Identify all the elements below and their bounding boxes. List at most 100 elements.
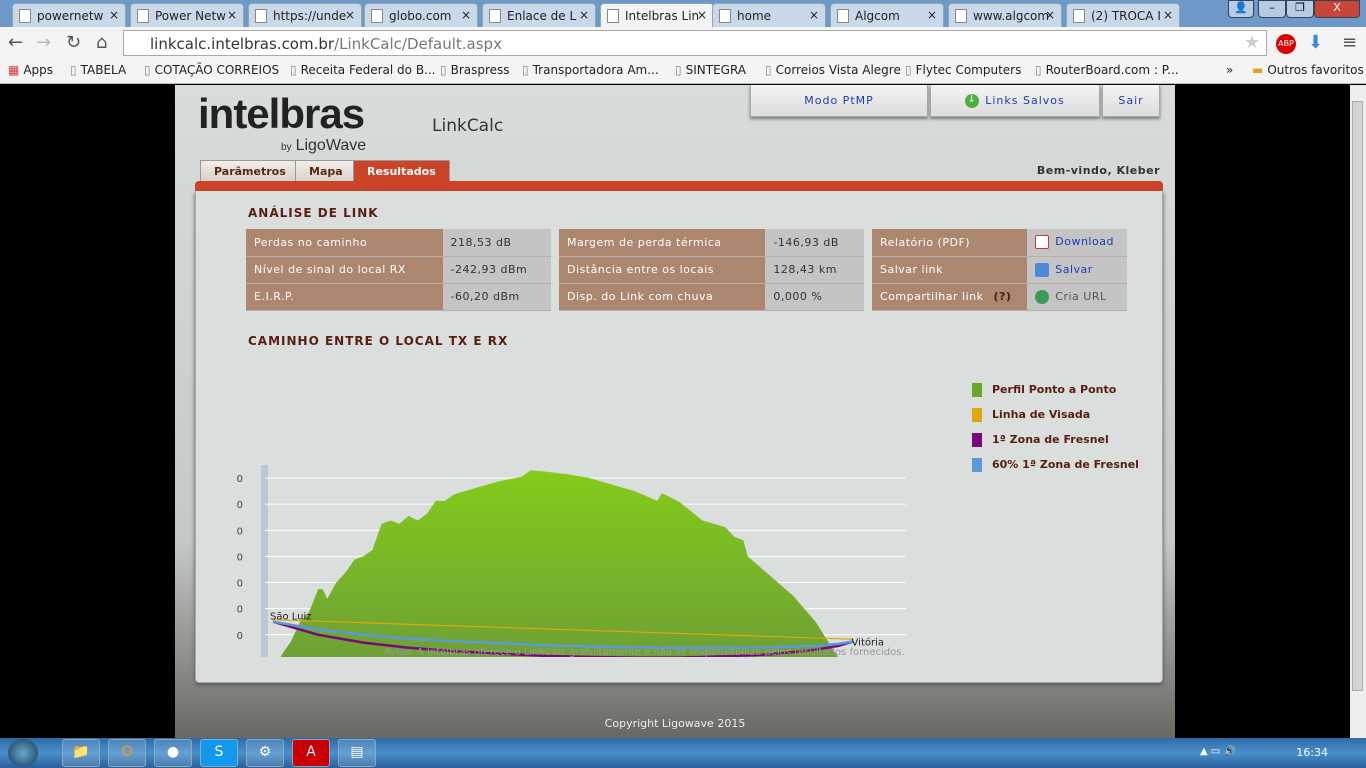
browser-toolbar: ← → ↻ ⌂ linkcalc.intelbras.com.br/LinkCa… — [0, 27, 1366, 59]
close-tab-icon[interactable]: × — [1163, 8, 1173, 22]
metric-value: -60,20 dBm — [442, 283, 551, 311]
menu-icon[interactable]: ≡ — [1342, 32, 1357, 53]
browser-tab[interactable]: globo.com × — [364, 3, 478, 27]
restore-icon[interactable]: ❐ — [1286, 0, 1314, 18]
page-icon — [719, 9, 731, 23]
tab-title: https://unde — [273, 9, 347, 23]
reload-icon[interactable]: ↻ — [66, 32, 81, 53]
skype-taskbar-icon[interactable]: S — [200, 739, 238, 767]
create-url-link[interactable]: Cria URL — [1055, 290, 1106, 303]
close-tab-icon[interactable]: × — [579, 8, 589, 22]
bookmark[interactable]: ▦ Apps — [8, 63, 53, 77]
more-bookmarks-icon[interactable]: » — [1226, 63, 1233, 77]
download-link[interactable]: Download — [1055, 235, 1114, 248]
tab-resultados[interactable]: Resultados — [353, 160, 450, 182]
browser-tab[interactable]: Intelbras Lin × — [600, 3, 714, 27]
page-icon — [137, 9, 149, 23]
minimize-icon[interactable]: – — [1258, 0, 1286, 18]
legend-item[interactable]: 1ª Zona de Fresnel — [972, 433, 1109, 447]
browser-tab[interactable]: Algcom × — [830, 3, 944, 27]
ptmp-mode-button[interactable]: Modo PtMP — [750, 85, 928, 117]
page-icon — [955, 9, 967, 23]
browser-tab[interactable]: Power Netw × — [130, 3, 244, 27]
bookmark[interactable]: ▯ Braspress — [440, 63, 510, 77]
bookmark[interactable]: ▯ Correios Vista Alegre — [765, 63, 901, 77]
help-link[interactable]: (?) — [993, 290, 1011, 303]
metric-value[interactable]: Salvar — [1027, 256, 1127, 284]
globe-icon — [1035, 289, 1050, 304]
browser-tab[interactable]: powernetw × — [12, 3, 126, 27]
bookmark[interactable]: ▯ SINTEGRA — [675, 63, 746, 77]
link-margin-table: Margem de perda térmica -146,93 dB Distânc… — [559, 229, 864, 311]
apps-grid-icon: ▦ — [8, 63, 20, 77]
acrobat-taskbar-icon[interactable]: A — [292, 739, 330, 767]
tab-title: Enlace de L — [507, 9, 577, 23]
metric-value: 218,53 dB — [442, 229, 551, 257]
legend-item[interactable]: Perfil Ponto a Ponto — [972, 383, 1116, 397]
adblock-icon[interactable]: ABP — [1276, 34, 1296, 54]
clock[interactable]: 16:34 — [1296, 746, 1328, 759]
metric-label: Nível de sinal do local RX — [246, 256, 443, 284]
close-tab-icon[interactable]: × — [697, 8, 707, 22]
page-icon — [255, 9, 267, 23]
bookmark[interactable]: ▯ Flytec Computers — [905, 63, 1021, 77]
saved-links-button[interactable]: ↓ Links Salvos — [930, 85, 1100, 117]
url-host: linkcalc.intelbras.com.br — [150, 35, 335, 53]
bookmark-page-icon: ▯ — [440, 63, 447, 77]
table-row: Margem de perda térmica -146,93 dB — [559, 229, 864, 257]
user-icon[interactable]: 👤 — [1228, 0, 1254, 18]
close-tab-icon[interactable]: × — [345, 8, 355, 22]
close-tab-icon[interactable]: × — [461, 8, 471, 22]
browser-tab[interactable]: Enlace de L × — [482, 3, 596, 27]
page-scrollbar[interactable] — [1350, 85, 1366, 738]
tab-mapa[interactable]: Mapa — [295, 160, 357, 182]
y-tick-label: 280 — [236, 500, 243, 511]
metric-value[interactable]: Cria URL — [1027, 283, 1127, 311]
browser-tab[interactable]: https://unde × — [248, 3, 362, 27]
tab-title: (2) TROCA I — [1091, 9, 1161, 23]
close-tab-icon[interactable]: × — [227, 8, 237, 22]
metric-value[interactable]: Download — [1027, 229, 1127, 257]
bookmark-page-icon: ▯ — [905, 63, 912, 77]
star-icon[interactable]: ★ — [1244, 32, 1260, 53]
close-tab-icon[interactable]: × — [1045, 8, 1055, 22]
tab-title: Intelbras Lin — [625, 9, 700, 23]
logout-button[interactable]: Sair — [1102, 85, 1160, 117]
legend-item[interactable]: Linha de Visada — [972, 408, 1090, 422]
notepad-taskbar-icon[interactable]: ▤ — [338, 739, 376, 767]
browser-tab[interactable]: www.algcom × — [948, 3, 1062, 27]
other-bookmarks[interactable]: ▬ Outros favoritos — [1252, 63, 1364, 77]
bookmark[interactable]: ▯ RouterBoard.com : P... — [1035, 63, 1179, 77]
metric-value: -146,93 dB — [765, 229, 864, 257]
bookmark[interactable]: ▯ COTAÇÃO CORREIOS — [144, 63, 279, 77]
legend-item[interactable]: 60% 1ª Zona de Fresnel — [972, 458, 1139, 472]
address-bar[interactable]: linkcalc.intelbras.com.br/LinkCalc/Defau… — [123, 30, 1267, 56]
tray-icons[interactable]: ▲ ▭ 🔊 — [1200, 746, 1236, 757]
bookmark[interactable]: ▯ Receita Federal do B... — [290, 63, 436, 77]
bookmark[interactable]: ▯ TABELA — [70, 63, 126, 77]
chrome-taskbar-icon[interactable]: ● — [154, 739, 192, 767]
bookmark[interactable]: ▯ Transportadora Am... — [522, 63, 659, 77]
start-button[interactable] — [8, 739, 38, 767]
bookmark-page-icon: ▯ — [765, 63, 772, 77]
outlook-taskbar-icon[interactable]: O — [108, 739, 146, 767]
settings-taskbar-icon[interactable]: ⚙ — [246, 739, 284, 767]
back-icon[interactable]: ← — [8, 32, 23, 53]
tab-parametros[interactable]: Parâmetros — [200, 160, 300, 182]
bookmark-page-icon: ▯ — [70, 63, 77, 77]
close-tab-icon[interactable]: × — [927, 8, 937, 22]
page-icon — [837, 9, 849, 23]
browser-tab[interactable]: home × — [712, 3, 826, 27]
y-tick-label: 120 — [236, 605, 243, 616]
bookmark-page-icon: ▯ — [675, 63, 682, 77]
close-tab-icon[interactable]: × — [809, 8, 819, 22]
browser-tab[interactable]: (2) TROCA I × — [1066, 3, 1180, 27]
forward-icon[interactable]: → — [36, 32, 51, 53]
close-tab-icon[interactable]: × — [109, 8, 119, 22]
home-icon[interactable]: ⌂ — [96, 32, 107, 53]
explorer-taskbar-icon[interactable]: 📁 — [62, 739, 100, 767]
table-row: Compartilhar link (?) Cria URL — [872, 283, 1127, 311]
download-icon[interactable]: ⬇ — [1308, 32, 1323, 53]
close-window-icon[interactable]: X — [1314, 0, 1360, 18]
save-link[interactable]: Salvar — [1055, 263, 1093, 276]
